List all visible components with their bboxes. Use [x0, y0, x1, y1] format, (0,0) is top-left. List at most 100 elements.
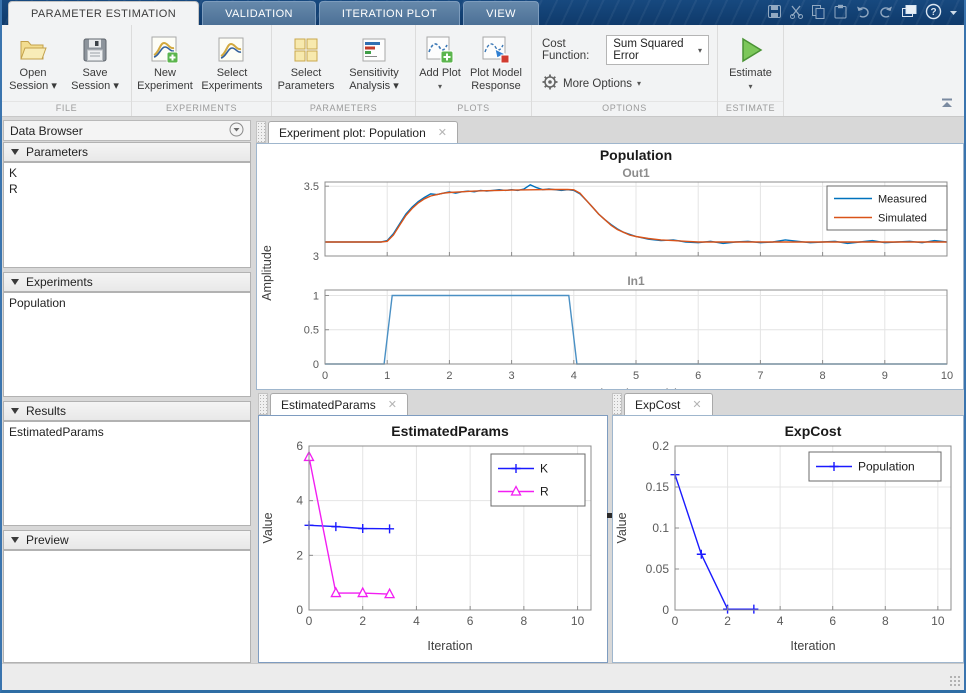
tab-iteration-plot[interactable]: ITERATION PLOT: [318, 1, 461, 25]
ribbon-group-experiments: New Experiment Select Experiments EXPERI…: [132, 25, 272, 116]
expcost-chart: 0 2 4 6 8 10 0 0.05 0.1 0.15 0.2 Population ExpCost V…: [615, 423, 952, 653]
svg-text:0: 0: [296, 603, 303, 617]
expcost-tab[interactable]: ExpCost ✕: [624, 393, 713, 415]
resize-grip[interactable]: [949, 675, 961, 687]
tab-view[interactable]: VIEW: [463, 1, 539, 25]
collapse-triangle-icon: [11, 408, 19, 414]
svg-text:10: 10: [931, 614, 945, 628]
panel-drag-handle[interactable]: [258, 393, 268, 415]
section-header-parameters[interactable]: Parameters: [3, 142, 251, 162]
experiment-plot-tab[interactable]: Experiment plot: Population ✕: [268, 121, 458, 143]
svg-text:R: R: [540, 485, 549, 499]
new-experiment-button[interactable]: New Experiment: [132, 30, 198, 93]
open-folder-icon: [2, 33, 64, 67]
svg-text:4: 4: [296, 494, 303, 508]
svg-text:Value: Value: [261, 512, 275, 543]
list-item[interactable]: EstimatedParams: [9, 424, 245, 440]
collapse-ribbon-icon[interactable]: [940, 95, 954, 113]
svg-text:In1: In1: [627, 274, 645, 288]
tab-parameter-estimation[interactable]: PARAMETER ESTIMATION: [8, 1, 200, 25]
estimate-button[interactable]: Estimate ▾: [720, 30, 782, 93]
sensitivity-analysis-button[interactable]: Sensitivity Analysis ▾: [340, 30, 408, 93]
svg-text:4: 4: [571, 370, 577, 382]
panel-drag-handle[interactable]: [256, 121, 266, 143]
collapse-triangle-icon: [11, 279, 19, 285]
list-item[interactable]: Population: [9, 295, 245, 311]
add-plot-button[interactable]: Add Plot ▾: [416, 30, 464, 93]
new-experiment-label-2: Experiment: [137, 80, 193, 92]
preview-list: [3, 550, 251, 663]
save-session-label-2: Session ▾: [71, 80, 119, 92]
main-content: Data Browser Parameters K R Experiments …: [2, 117, 964, 690]
data-browser-menu-icon[interactable]: [229, 122, 244, 140]
svg-text:2: 2: [446, 370, 452, 382]
cut-icon[interactable]: [789, 4, 804, 19]
section-header-results[interactable]: Results: [3, 401, 251, 421]
svg-text:0.2: 0.2: [652, 439, 669, 453]
svg-text:0: 0: [322, 370, 328, 382]
ribbon-group-file: Open Session ▾ Save Session ▾ FILE: [2, 25, 132, 116]
panel-splitter-handle[interactable]: [607, 513, 612, 518]
close-icon[interactable]: ✕: [438, 126, 447, 139]
svg-text:?: ?: [930, 7, 936, 18]
svg-text:2: 2: [359, 614, 366, 628]
svg-text:3: 3: [313, 251, 319, 263]
collapse-triangle-icon: [11, 537, 19, 543]
list-item[interactable]: R: [9, 181, 245, 197]
estimated-params-tab[interactable]: EstimatedParams ✕: [270, 393, 408, 415]
experiments-list[interactable]: Population: [3, 292, 251, 397]
plot-model-response-label-2: Response: [471, 80, 521, 92]
close-icon[interactable]: ✕: [388, 398, 397, 411]
more-options-button[interactable]: More Options: [563, 78, 632, 90]
windows-icon[interactable]: [901, 4, 918, 19]
svg-text:4: 4: [777, 614, 784, 628]
ribbon-group-estimate: Estimate ▾ ESTIMATE: [718, 25, 784, 116]
open-session-button[interactable]: Open Session ▾: [2, 30, 64, 93]
results-list[interactable]: EstimatedParams: [3, 421, 251, 526]
plot-model-response-icon: [464, 33, 528, 67]
svg-text:5: 5: [633, 370, 639, 382]
svg-text:0: 0: [672, 614, 679, 628]
experiment-plot-tab-label: Experiment plot: Population: [279, 125, 426, 140]
experiments-section-label: Experiments: [26, 275, 93, 289]
close-icon[interactable]: ✕: [692, 398, 701, 411]
parameters-list[interactable]: K R: [3, 162, 251, 268]
add-plot-label: Add Plot: [419, 67, 461, 79]
section-header-preview[interactable]: Preview: [3, 530, 251, 550]
group-label-estimate: ESTIMATE: [718, 101, 783, 116]
tab-validation[interactable]: VALIDATION: [202, 1, 316, 25]
group-label-experiments: EXPERIMENTS: [132, 101, 271, 116]
sensitivity-analysis-label-1: Sensitivity: [349, 67, 399, 79]
svg-text:Simulated: Simulated: [878, 213, 927, 225]
menu-caret-icon[interactable]: [949, 4, 958, 19]
select-parameters-button[interactable]: Select Parameters: [272, 30, 340, 93]
svg-text:0: 0: [313, 359, 319, 371]
help-icon[interactable]: ?: [925, 3, 942, 20]
list-item[interactable]: K: [9, 165, 245, 181]
svg-text:Population: Population: [600, 147, 672, 163]
save-icon[interactable]: [767, 4, 782, 19]
paste-icon[interactable]: [833, 4, 848, 19]
svg-text:2: 2: [724, 614, 731, 628]
experiment-plot-chart: 3 3.5 Measured Simulated 0 1 2 3 4 5 6 7 8 9 10 0 0.5 1 Po…: [260, 147, 953, 401]
redo-icon[interactable]: [878, 4, 894, 19]
cost-function-dropdown[interactable]: Sum Squared Error ▾: [606, 35, 709, 65]
panel-drag-handle[interactable]: [612, 393, 622, 415]
save-session-button[interactable]: Save Session ▾: [64, 30, 126, 93]
select-parameters-label-1: Select: [290, 67, 322, 79]
svg-text:3: 3: [509, 370, 515, 382]
svg-text:7: 7: [757, 370, 763, 382]
select-experiments-button[interactable]: Select Experiments: [198, 30, 266, 93]
undo-icon[interactable]: [855, 4, 871, 19]
select-parameters-label-2: Parameters: [277, 80, 335, 92]
experiment-plot-panel: 3 3.5 Measured Simulated 0 1 2 3 4 5 6 7 8 9 10 0 0.5 1 Po…: [256, 143, 964, 401]
status-bar: [2, 663, 964, 690]
data-browser: Data Browser Parameters K R Experiments …: [2, 117, 252, 690]
section-header-experiments[interactable]: Experiments: [3, 272, 251, 292]
svg-text:0: 0: [662, 603, 669, 617]
data-browser-header: Data Browser: [3, 120, 251, 141]
copy-icon[interactable]: [811, 4, 826, 19]
estimate-label: Estimate: [729, 67, 772, 79]
svg-text:Time (seconds): Time (seconds): [593, 387, 679, 389]
plot-model-response-button[interactable]: Plot Model Response: [464, 30, 528, 93]
